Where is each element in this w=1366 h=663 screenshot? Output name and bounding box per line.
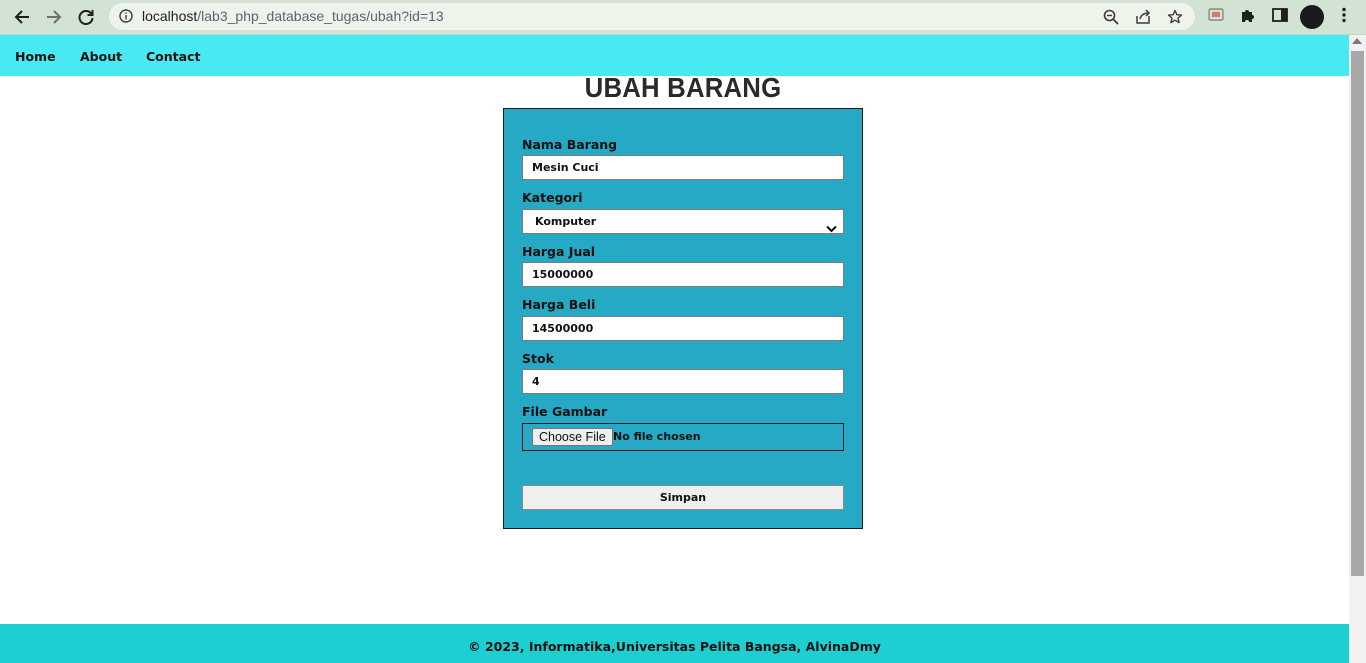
nama-barang-label: Nama Barang xyxy=(522,137,618,152)
site-info-icon[interactable] xyxy=(119,9,133,28)
harga-jual-label: Harga Jual xyxy=(522,244,596,259)
nav-link-contact[interactable]: Contact xyxy=(146,49,200,64)
choose-file-button[interactable]: Choose File xyxy=(532,428,613,446)
forward-button[interactable] xyxy=(41,5,67,29)
file-gambar-input[interactable]: Choose File No file chosen xyxy=(522,423,844,451)
reload-button[interactable] xyxy=(73,5,99,29)
extensions-puzzle-icon[interactable] xyxy=(1240,7,1256,28)
back-button[interactable] xyxy=(9,5,35,29)
kategori-selected-value: Komputer xyxy=(535,215,597,228)
footer-text: © 2023, Informatika,Universitas Pelita B… xyxy=(468,639,881,654)
nav-link-about[interactable]: About xyxy=(80,49,122,64)
file-gambar-label: File Gambar xyxy=(522,404,608,419)
footer: © 2023, Informatika,Universitas Pelita B… xyxy=(0,624,1349,663)
url-text[interactable]: localhost/lab3_php_database_tugas/ubah?i… xyxy=(142,8,444,24)
nama-barang-input[interactable]: Mesin Cuci xyxy=(522,155,844,180)
file-status-text: No file chosen xyxy=(613,430,701,443)
side-panel-icon[interactable] xyxy=(1272,7,1288,28)
reload-icon xyxy=(78,10,94,25)
back-arrow-icon xyxy=(14,10,29,24)
site-nav: Home About Contact xyxy=(0,35,1349,76)
address-bar[interactable]: localhost/lab3_php_database_tugas/ubah?i… xyxy=(109,3,1195,30)
harga-jual-input[interactable]: 15000000 xyxy=(522,262,844,287)
url-host: localhost xyxy=(142,8,198,24)
menu-kebab-icon[interactable] xyxy=(1338,7,1350,28)
kategori-label: Kategori xyxy=(522,190,583,205)
stok-label: Stok xyxy=(522,351,554,366)
harga-beli-input[interactable]: 14500000 xyxy=(522,316,844,341)
scrollbar-thumb[interactable] xyxy=(1351,51,1364,576)
stok-input[interactable]: 4 xyxy=(522,369,844,394)
scroll-up-arrow-icon[interactable] xyxy=(1352,38,1362,44)
cast-icon[interactable] xyxy=(1208,7,1224,28)
url-path: /lab3_php_database_tugas/ubah?id=13 xyxy=(197,8,444,24)
browser-toolbar: localhost/lab3_php_database_tugas/ubah?i… xyxy=(0,0,1366,35)
zoom-icon[interactable] xyxy=(1103,9,1119,30)
profile-avatar[interactable] xyxy=(1300,5,1324,29)
page-title: UBAH BARANG xyxy=(584,72,782,103)
share-icon[interactable] xyxy=(1135,9,1152,30)
edit-item-form: Nama Barang Mesin Cuci Kategori Komputer… xyxy=(503,108,863,529)
simpan-button[interactable]: Simpan xyxy=(522,485,844,510)
bookmark-star-icon[interactable] xyxy=(1167,9,1183,30)
nav-link-home[interactable]: Home xyxy=(15,49,56,64)
chevron-down-icon xyxy=(826,218,837,241)
harga-beli-label: Harga Beli xyxy=(522,297,596,312)
kategori-select[interactable]: Komputer xyxy=(522,209,844,234)
forward-arrow-icon xyxy=(47,10,62,24)
